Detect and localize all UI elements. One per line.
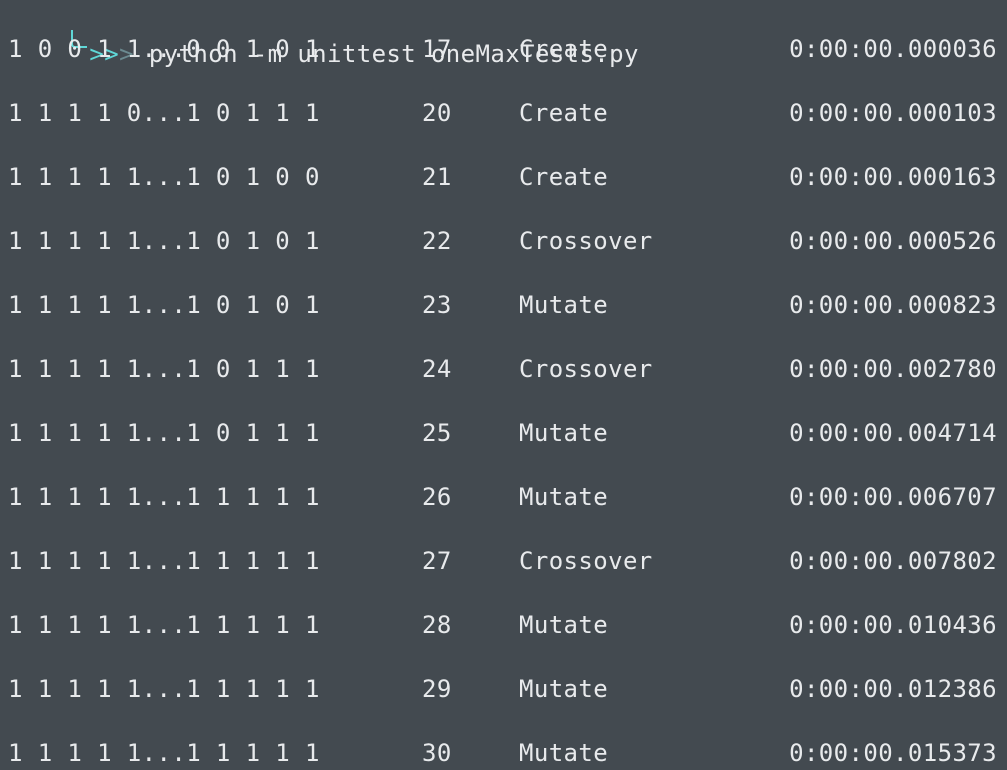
elapsed-time: 0:00:00.000036: [789, 35, 997, 63]
output-row: 1 1 1 1 1...1 1 1 1 1 30 Mutate 0:00:00.015…: [0, 720, 1007, 770]
output-row: 1 1 1 1 1...1 0 1 0 0 21 Create 0:00:00.000…: [0, 144, 1007, 208]
operation-label: Mutate: [519, 419, 609, 447]
fitness-value: 30: [422, 739, 452, 767]
operation-label: Crossover: [519, 227, 653, 255]
elapsed-time: 0:00:00.000163: [789, 163, 997, 191]
operation-label: Mutate: [519, 483, 609, 511]
elapsed-time: 0:00:00.012386: [789, 675, 997, 703]
operation-label: Create: [519, 99, 609, 127]
operation-label: Crossover: [519, 547, 653, 575]
output-row: 1 1 1 1 1...1 0 1 1 1 24 Crossover 0:00:00.…: [0, 336, 1007, 400]
elapsed-time: 0:00:00.006707: [789, 483, 997, 511]
fitness-value: 23: [422, 291, 452, 319]
operation-label: Crossover: [519, 355, 653, 383]
fitness-value: 28: [422, 611, 452, 639]
fitness-value: 24: [422, 355, 452, 383]
output-row: 1 1 1 1 1...1 0 1 1 1 25 Mutate 0:00:00.004…: [0, 400, 1007, 464]
genome-text: 1 1 1 1 1...1 0 1 0 1: [8, 227, 320, 255]
fitness-value: 17: [422, 35, 452, 63]
fitness-value: 21: [422, 163, 452, 191]
genome-text: 1 1 1 1 1...1 1 1 1 1: [8, 739, 320, 767]
elapsed-time: 0:00:00.002780: [789, 355, 997, 383]
output-row: 1 1 1 1 1...1 0 1 0 1 22 Crossover 0:00:00.…: [0, 208, 1007, 272]
operation-label: Mutate: [519, 291, 609, 319]
operation-label: Mutate: [519, 675, 609, 703]
fitness-value: 26: [422, 483, 452, 511]
output-row: 1 1 1 1 1...1 1 1 1 1 29 Mutate 0:00:00.012…: [0, 656, 1007, 720]
elapsed-time: 0:00:00.007802: [789, 547, 997, 575]
genome-text: 1 1 1 1 0...1 0 1 1 1: [8, 99, 320, 127]
genome-text: 1 1 1 1 1...1 1 1 1 1: [8, 611, 320, 639]
fitness-value: 22: [422, 227, 452, 255]
elapsed-time: 0:00:00.010436: [789, 611, 997, 639]
operation-label: Mutate: [519, 611, 609, 639]
genome-text: 1 1 1 1 1...1 1 1 1 1: [8, 547, 320, 575]
elapsed-time: 0:00:00.000103: [789, 99, 997, 127]
elapsed-time: 0:00:00.004714: [789, 419, 997, 447]
elapsed-time: 0:00:00.000823: [789, 291, 997, 319]
genome-text: 1 1 1 1 1...1 0 1 0 1: [8, 291, 320, 319]
operation-label: Create: [519, 163, 609, 191]
output-row: 1 0 0 1 1...0 0 1 0 1 17 Create 0:00:00.000…: [0, 16, 1007, 80]
genome-text: 1 0 0 1 1...0 0 1 0 1: [8, 35, 320, 63]
genome-text: 1 1 1 1 1...1 0 1 0 0: [8, 163, 320, 191]
fitness-value: 25: [422, 419, 452, 447]
operation-label: Mutate: [519, 739, 609, 767]
genome-text: 1 1 1 1 1...1 1 1 1 1: [8, 675, 320, 703]
fitness-value: 20: [422, 99, 452, 127]
fitness-value: 29: [422, 675, 452, 703]
terminal-window[interactable]: >>> python -m unittest oneMaxTests.py 1 …: [0, 0, 1007, 770]
genome-text: 1 1 1 1 1...1 1 1 1 1: [8, 483, 320, 511]
genome-text: 1 1 1 1 1...1 0 1 1 1: [8, 355, 320, 383]
elapsed-time: 0:00:00.015373: [789, 739, 997, 767]
output-row: 1 1 1 1 1...1 1 1 1 1 26 Mutate 0:00:00.006…: [0, 464, 1007, 528]
operation-label: Create: [519, 35, 609, 63]
output-row: 1 1 1 1 1...1 1 1 1 1 28 Mutate 0:00:00.010…: [0, 592, 1007, 656]
output-row: 1 1 1 1 1...1 0 1 0 1 23 Mutate 0:00:00.000…: [0, 272, 1007, 336]
genome-text: 1 1 1 1 1...1 0 1 1 1: [8, 419, 320, 447]
fitness-value: 27: [422, 547, 452, 575]
output-row: 1 1 1 1 1...1 1 1 1 1 27 Crossover 0:00:00.…: [0, 528, 1007, 592]
output-row: 1 1 1 1 0...1 0 1 1 1 20 Create 0:00:00.000…: [0, 80, 1007, 144]
output-rows: 1 0 0 1 1...0 0 1 0 1 17 Create 0:00:00.000…: [0, 16, 1007, 770]
elapsed-time: 0:00:00.000526: [789, 227, 997, 255]
